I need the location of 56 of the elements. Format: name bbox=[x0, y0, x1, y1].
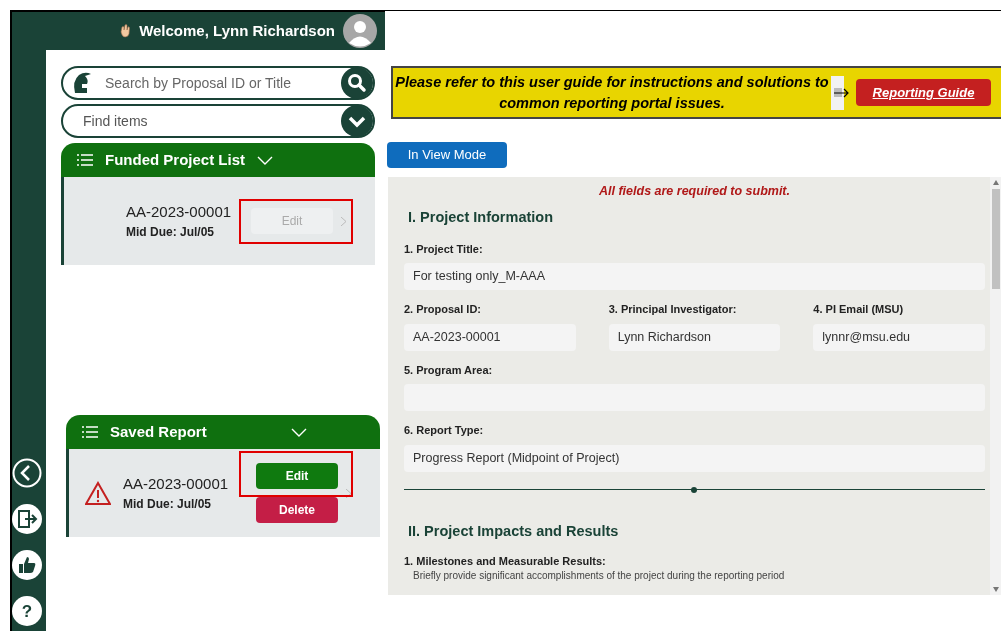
section-heading: I. Project Information bbox=[407, 207, 554, 227]
search-bar[interactable]: Search by Proposal ID or Title bbox=[61, 66, 375, 100]
reporting-guide-button[interactable]: Reporting Guide bbox=[856, 79, 991, 106]
scrollbar[interactable] bbox=[990, 177, 1001, 595]
search-field[interactable]: Search by Proposal ID or Title bbox=[105, 72, 341, 94]
search-icon[interactable] bbox=[341, 67, 373, 99]
avatar-icon[interactable] bbox=[343, 14, 377, 48]
chevron-right-icon[interactable] bbox=[346, 488, 351, 498]
list-icon bbox=[82, 426, 98, 438]
list-item[interactable]: AA-2023-00001 Mid Due: Jul/05 Edit Delete bbox=[66, 449, 380, 537]
required-notice: All fields are required to submit. bbox=[598, 183, 791, 200]
arrow-right-icon bbox=[834, 86, 850, 99]
input-field[interactable]: lynnr@msu.edu bbox=[813, 323, 985, 351]
input-field[interactable]: Lynn Richardson bbox=[608, 323, 781, 351]
field-label: 4. PI Email (MSU) bbox=[813, 302, 905, 317]
field-label: 6. Report Type: bbox=[404, 423, 485, 438]
find-items-field[interactable]: Find items bbox=[83, 110, 341, 132]
back-icon[interactable] bbox=[12, 458, 42, 488]
due-date: Mid Due: Jul/05 bbox=[123, 496, 212, 514]
due-date: Mid Due: Jul/05 bbox=[126, 224, 215, 242]
spartan-helmet-icon bbox=[71, 71, 93, 95]
banner-message: Please refer to this user guide for instructions and solutions to common reporting portal issues. bbox=[394, 72, 830, 113]
input-field[interactable]: Progress Report (Midpoint of Project) bbox=[404, 444, 985, 472]
section-heading: II. Project Impacts and Results bbox=[407, 521, 620, 541]
input-field[interactable]: For testing only_M-AAA bbox=[404, 263, 985, 290]
chevron-down-icon[interactable] bbox=[290, 427, 307, 437]
list-icon bbox=[77, 154, 93, 166]
field-label: 3. Principal Investigator: bbox=[608, 302, 738, 317]
sign-out-icon[interactable] bbox=[12, 504, 42, 534]
list-title: Saved Report bbox=[110, 421, 207, 442]
list-title: Funded Project List bbox=[105, 149, 245, 170]
scroll-down-icon[interactable] bbox=[992, 587, 999, 592]
field-label: 2. Proposal ID: bbox=[404, 302, 483, 317]
delete-button[interactable]: Delete bbox=[256, 497, 338, 523]
scrollbar bbox=[831, 75, 844, 110]
proposal-id: AA-2023-00001 bbox=[126, 201, 232, 222]
welcome-text: Welcome, Lynn Richardson bbox=[139, 20, 335, 41]
field-hint: Briefly provide significant accomplishments of the project during the reporting period bbox=[412, 570, 786, 583]
chevron-down-icon[interactable] bbox=[341, 105, 373, 137]
waving-hand-icon bbox=[119, 24, 132, 38]
filter-bar[interactable]: Find items bbox=[61, 104, 375, 138]
scroll-thumb[interactable] bbox=[991, 189, 1000, 289]
warning-icon bbox=[85, 481, 111, 505]
chevron-down-icon[interactable] bbox=[257, 155, 273, 165]
field-label: 1. Project Title: bbox=[404, 241, 484, 257]
thumbs-up-icon[interactable] bbox=[12, 550, 42, 580]
edit-button[interactable]: Edit bbox=[256, 463, 338, 489]
help-icon[interactable]: ? bbox=[12, 596, 42, 626]
input-field[interactable]: AA-2023-00001 bbox=[404, 323, 576, 351]
field-label: 5. Program Area: bbox=[404, 362, 494, 378]
list-header[interactable]: Funded Project List bbox=[61, 143, 375, 177]
proposal-id: AA-2023-00001 bbox=[123, 473, 229, 494]
view-mode-button[interactable]: In View Mode bbox=[387, 142, 507, 168]
field-label: 1. Milestones and Measurable Results: bbox=[404, 554, 607, 569]
scroll-up-icon[interactable] bbox=[992, 180, 999, 185]
list-header[interactable]: Saved Report bbox=[66, 415, 380, 449]
